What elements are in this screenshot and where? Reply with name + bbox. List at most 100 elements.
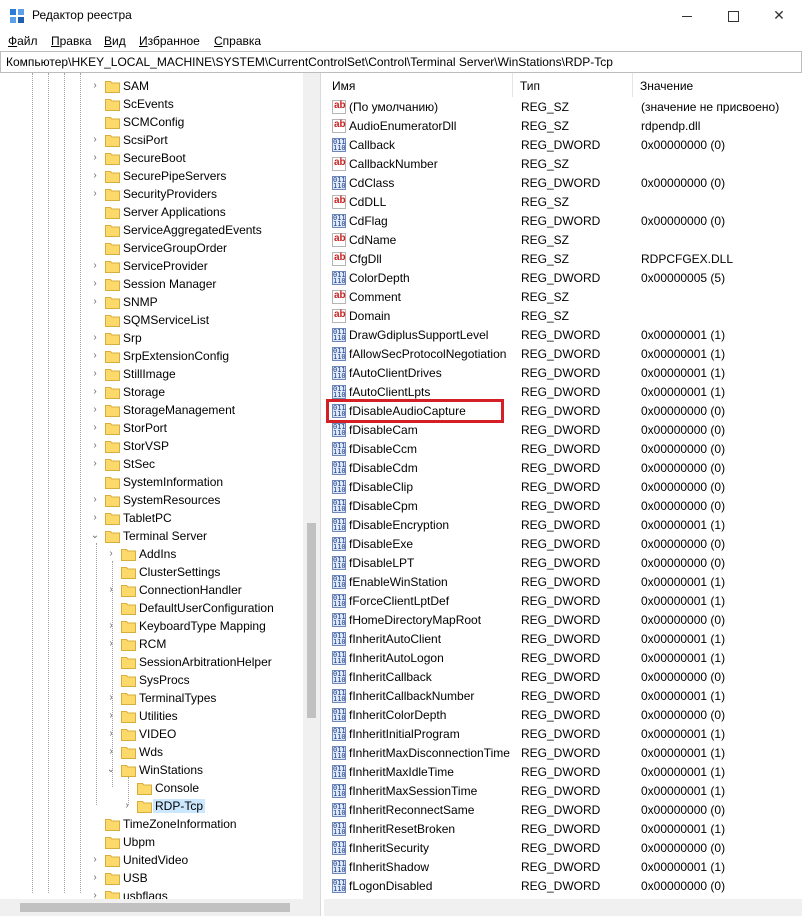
tree-item[interactable]: › TerminalTypes — [0, 689, 305, 707]
tree-item[interactable]: › StorageManagement — [0, 401, 305, 419]
chevron-right-icon[interactable]: › — [106, 692, 116, 704]
table-row[interactable]: 011 110 DrawGdiplusSupportLevel REG_DWORD 0x… — [324, 326, 802, 345]
table-row[interactable]: 011 110 fInheritAutoClient REG_DWORD 0x00000… — [324, 630, 802, 649]
tree-item[interactable]: › Srp — [0, 329, 305, 347]
tree-item[interactable]: › SecurePipeServers — [0, 167, 305, 185]
tree-item[interactable]: › VIDEO — [0, 725, 305, 743]
tree-item[interactable]: SessionArbitrationHelper — [0, 653, 305, 671]
chevron-right-icon[interactable]: › — [106, 620, 116, 632]
table-row[interactable]: 011 110 fInheritCallback REG_DWORD 0x0000000… — [324, 668, 802, 687]
table-row[interactable]: 011 110 fInheritResetBroken REG_DWORD 0x0000… — [324, 820, 802, 839]
chevron-right-icon[interactable]: › — [90, 368, 100, 380]
tree-item[interactable]: › RCM — [0, 635, 305, 653]
tree-horizontal-scrollbar[interactable] — [0, 899, 320, 916]
chevron-right-icon[interactable]: › — [106, 584, 116, 596]
title-bar[interactable]: Редактор реестра ✕ — [0, 0, 802, 31]
chevron-right-icon[interactable]: › — [90, 854, 100, 866]
table-row[interactable]: 011 110 fLogonDisabled REG_DWORD 0x00000000 … — [324, 877, 802, 896]
tree-item[interactable]: › SecurityProviders — [0, 185, 305, 203]
tree-item[interactable]: SCMConfig — [0, 113, 305, 131]
tree-horizontal-scroll-thumb[interactable] — [20, 903, 290, 912]
menu-3[interactable]: Вид — [104, 34, 126, 48]
menu-1[interactable]: Файл — [8, 34, 38, 48]
tree-item[interactable]: ServiceAggregatedEvents — [0, 221, 305, 239]
tree-item[interactable]: › Wds — [0, 743, 305, 761]
table-row[interactable]: ab Domain REG_SZ — [324, 307, 802, 326]
tree-item[interactable]: › StSec — [0, 455, 305, 473]
chevron-right-icon[interactable]: › — [106, 746, 116, 758]
chevron-right-icon[interactable]: › — [90, 80, 100, 92]
menu-4[interactable]: Избранное — [139, 34, 200, 48]
table-row[interactable]: 011 110 fInheritInitialProgram REG_DWORD 0x0… — [324, 725, 802, 744]
tree-item[interactable]: › SecureBoot — [0, 149, 305, 167]
chevron-right-icon[interactable]: › — [90, 422, 100, 434]
chevron-right-icon[interactable]: › — [90, 278, 100, 290]
tree-item[interactable]: › Storage — [0, 383, 305, 401]
column-header-type[interactable]: Тип — [512, 73, 633, 97]
table-row[interactable]: ab CdName REG_SZ — [324, 231, 802, 250]
table-row[interactable]: 011 110 fDisableClip REG_DWORD 0x00000000 (0… — [324, 478, 802, 497]
tree-item[interactable]: › Utilities — [0, 707, 305, 725]
tree-item[interactable]: › KeyboardType Mapping — [0, 617, 305, 635]
chevron-right-icon[interactable]: › — [90, 296, 100, 308]
table-row[interactable]: 011 110 fAllowSecProtocolNegotiation REG_DW… — [324, 345, 802, 364]
table-row[interactable]: 011 110 fInheritMaxDisconnectionTime REG_DW… — [324, 744, 802, 763]
table-row[interactable]: ab CallbackNumber REG_SZ — [324, 155, 802, 174]
column-header-value[interactable]: Значение — [632, 73, 802, 97]
tree-item[interactable]: TimeZoneInformation — [0, 815, 305, 833]
close-button[interactable]: ✕ — [756, 0, 802, 31]
table-row[interactable]: ab Comment REG_SZ — [324, 288, 802, 307]
minimize-button[interactable] — [664, 0, 710, 31]
table-row[interactable]: 011 110 fDisableLPT REG_DWORD 0x00000000 (0) — [324, 554, 802, 573]
table-row[interactable]: 011 110 fDisableCdm REG_DWORD 0x00000000 (0) — [324, 459, 802, 478]
tree-item[interactable]: › ServiceProvider — [0, 257, 305, 275]
column-header-name[interactable]: Имя — [324, 73, 513, 97]
chevron-right-icon[interactable]: › — [90, 440, 100, 452]
table-row[interactable]: 011 110 fInheritShadow REG_DWORD 0x00000001 … — [324, 858, 802, 877]
table-row[interactable]: 011 110 fInheritAutoLogon REG_DWORD 0x000000… — [324, 649, 802, 668]
table-row[interactable]: 011 110 fInheritMaxSessionTime REG_DWORD 0x0… — [324, 782, 802, 801]
tree-item[interactable]: › RDP-Tcp — [0, 797, 305, 815]
table-row[interactable]: 011 110 fDisableCam REG_DWORD 0x00000000 (0) — [324, 421, 802, 440]
table-row[interactable]: 011 110 fInheritMaxIdleTime REG_DWORD 0x0000… — [324, 763, 802, 782]
chevron-right-icon[interactable]: › — [90, 512, 100, 524]
tree-item[interactable]: › StorVSP — [0, 437, 305, 455]
maximize-button[interactable] — [710, 0, 756, 31]
table-row[interactable]: 011 110 fDisableCcm REG_DWORD 0x00000000 (0) — [324, 440, 802, 459]
chevron-down-icon[interactable]: ⌄ — [106, 764, 116, 776]
chevron-right-icon[interactable]: › — [106, 548, 116, 560]
table-row[interactable]: ab AudioEnumeratorDll REG_SZ rdpendp.dll — [324, 117, 802, 136]
tree-item[interactable]: ScEvents — [0, 95, 305, 113]
tree-item[interactable]: ServiceGroupOrder — [0, 239, 305, 257]
table-row[interactable]: 011 110 fDisableExe REG_DWORD 0x00000000 (0) — [324, 535, 802, 554]
table-row[interactable]: 011 110 fInheritSecurity REG_DWORD 0x0000000… — [324, 839, 802, 858]
key-tree-pane[interactable]: › SAM ScEvents SCMConfig › ScsiPort › SecureBoo… — [0, 73, 321, 916]
table-row[interactable]: ab CdDLL REG_SZ — [324, 193, 802, 212]
chevron-down-icon[interactable]: ⌄ — [90, 530, 100, 542]
table-row[interactable]: 011 110 fDisableCpm REG_DWORD 0x00000000 (0) — [324, 497, 802, 516]
tree-item[interactable]: › Session Manager — [0, 275, 305, 293]
table-row[interactable]: 011 110 fInheritColorDepth REG_DWORD 0x00000… — [324, 706, 802, 725]
menu-5[interactable]: Справка — [214, 34, 261, 48]
values-pane[interactable]: Имя Тип Значение ab (По умолчанию) REG_SZ(… — [324, 73, 802, 916]
tree-vertical-scroll-thumb[interactable] — [307, 523, 316, 718]
menu-2[interactable]: Правка — [51, 34, 92, 48]
chevron-right-icon[interactable]: › — [90, 134, 100, 146]
tree-item[interactable]: › SNMP — [0, 293, 305, 311]
tree-item[interactable]: › StillImage — [0, 365, 305, 383]
table-row[interactable]: 011 110 Callback REG_DWORD 0x00000000 (0) — [324, 136, 802, 155]
table-row[interactable]: ab (По умолчанию) REG_SZ (значение не присв… — [324, 98, 802, 117]
tree-item[interactable]: ⌄ Terminal Server — [0, 527, 305, 545]
chevron-right-icon[interactable]: › — [90, 404, 100, 416]
chevron-right-icon[interactable]: › — [90, 152, 100, 164]
chevron-right-icon[interactable]: › — [106, 638, 116, 650]
tree-item[interactable]: › SystemResources — [0, 491, 305, 509]
chevron-right-icon[interactable]: › — [90, 332, 100, 344]
tree-item[interactable]: DefaultUserConfiguration — [0, 599, 305, 617]
table-row[interactable]: 011 110 fInheritCallbackNumber REG_DWORD 0x0… — [324, 687, 802, 706]
table-row[interactable]: 011 110 fDisableEncryption REG_DWORD 0x00000… — [324, 516, 802, 535]
chevron-right-icon[interactable]: › — [90, 260, 100, 272]
tree-item[interactable]: › TabletPC — [0, 509, 305, 527]
tree-item[interactable]: ⌄ WinStations — [0, 761, 305, 779]
tree-item[interactable]: Server Applications — [0, 203, 305, 221]
